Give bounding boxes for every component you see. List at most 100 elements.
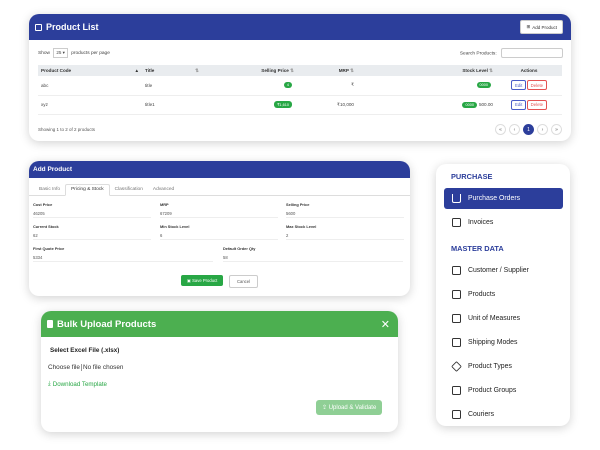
sidebar-item-label: Purchase Orders [468,195,521,202]
cancel-button[interactable]: Cancel [229,275,259,288]
product-list-title-text: Product List [46,22,99,32]
search-input[interactable] [501,48,563,58]
selling-price-input[interactable]: 5600 [286,210,404,218]
show-prefix: Show [38,51,50,56]
page-1-button[interactable]: 1 [523,124,534,135]
mrp-label: MRP [160,202,169,207]
product-list-title: Product List [35,22,99,32]
first-quote-label: First Quote Price [33,246,65,251]
bulk-upload-title-text: Bulk Upload Products [57,318,157,330]
sidebar: PURCHASE Purchase Orders Invoices MASTER… [436,164,570,426]
download-template-label: Download Template [52,380,107,388]
max-stock-input[interactable]: 2 [286,232,404,240]
sidebar-item-label: Unit of Measures [468,315,521,322]
sidebar-item-label: Products [468,291,496,298]
bulk-upload-header: Bulk Upload Products ✕ [41,311,398,337]
delete-button[interactable]: Delete [527,99,547,110]
col-stock-level[interactable]: Stock Level ⇅ [357,65,496,76]
upload-validate-button[interactable]: ⇪ Upload & Validate [316,400,383,415]
tab-classification[interactable]: Classification [110,185,148,195]
mrp-field: MRP 67209 [160,202,278,218]
add-product-label: Add Product [532,24,557,30]
cell-price: 4 [202,76,297,96]
pagination: « ‹ 1 › » [495,124,562,135]
sidebar-item-product-groups[interactable]: Product Groups [444,380,563,401]
close-icon[interactable]: ✕ [381,318,390,331]
sidebar-item-shipping-modes[interactable]: Shipping Modes [444,332,563,353]
delete-button[interactable]: Delete [527,80,547,91]
search-control: Search Products: [460,48,563,58]
first-quote-input[interactable]: 5334 [33,254,213,262]
col-mrp[interactable]: MRP ⇅ [297,65,357,76]
max-stock-label: Max Stock Level [286,224,317,229]
cell-code: abc [38,76,142,96]
tab-basic-info[interactable]: Basic Info [34,185,65,195]
download-template-link[interactable]: ⤓ Download Template [48,380,107,388]
cart-icon [452,194,461,203]
product-list-card: Product List ⊞ Add Product Show 25 ▾ pro… [29,14,571,141]
file-input[interactable]: Choose file No file chosen [48,364,123,371]
sidebar-item-product-types[interactable]: Product Types [444,356,563,377]
product-list-footer: Showing 1 to 2 of 2 products « ‹ 1 › » [38,124,562,135]
default-order-qty-input[interactable]: 58 [223,254,403,262]
min-stock-label: Min Stock Level [160,224,190,229]
tab-advanced[interactable]: Advanced [148,185,179,195]
sidebar-item-label: Customer / Supplier [468,267,529,274]
table-header-row: Product Code ▲ Title ⇅ Selling Price ⇅ MRP… [38,65,562,76]
plus-icon: ⊞ [526,24,531,29]
sidebar-item-couriers[interactable]: Couriers [444,404,563,425]
last-page-button[interactable]: » [551,124,562,135]
cell-mrp: ₹10,000 [297,95,357,115]
choose-file-button[interactable]: Choose file [48,364,80,371]
mrp-input[interactable]: 67209 [160,210,278,218]
current-stock-input[interactable]: 62 [33,232,151,240]
product-list-header: Product List ⊞ Add Product [29,14,571,40]
table-row: abc title 4 ₹ 0000 Edit Delete [38,76,562,96]
stock-badge: 0000 [476,82,491,89]
edit-button[interactable]: Edit [511,99,526,110]
cell-mrp: ₹ [297,76,357,96]
selling-price-field: Selling Price 5600 [286,202,404,218]
plus-box-icon [452,290,461,299]
add-product-card: Add Product Basic Info Pricing & Stock C… [29,161,410,296]
sidebar-item-label: Shipping Modes [468,339,518,346]
stock-badge: 0000 [462,101,477,108]
cost-price-label: Cost Price [33,202,53,207]
add-product-title: Add Product [29,161,410,178]
edit-button[interactable]: Edit [511,80,526,91]
cell-code: xyz [38,95,142,115]
sidebar-item-label: Couriers [468,411,495,418]
next-page-button[interactable]: › [537,124,548,135]
upload-validate-label: Upload & Validate [328,405,377,411]
sidebar-item-label: Product Groups [468,387,517,394]
sidebar-item-purchase-orders[interactable]: Purchase Orders [444,188,563,209]
file-icon [47,320,53,328]
tab-pricing-stock[interactable]: Pricing & Stock [65,184,110,196]
sidebar-item-unit-of-measures[interactable]: Unit of Measures [444,308,563,329]
sidebar-item-products[interactable]: Products [444,284,563,305]
save-product-button[interactable]: ▣ Save Product [181,275,224,286]
prev-page-button[interactable]: ‹ [509,124,520,135]
sidebar-item-invoices[interactable]: Invoices [444,212,563,233]
col-product-code[interactable]: Product Code ▲ [38,65,142,76]
first-page-button[interactable]: « [495,124,506,135]
no-file-text: No file chosen [82,364,124,371]
sidebar-item-customer-supplier[interactable]: Customer / Supplier [444,260,563,281]
cost-price-input[interactable]: 46205 [33,210,151,218]
show-suffix: products per page [71,51,110,56]
price-badge: 4 [283,82,292,89]
col-title[interactable]: Title ⇅ [142,65,202,76]
cube-icon [451,361,462,372]
col-selling-price[interactable]: Selling Price ⇅ [202,65,297,76]
truck-icon [452,338,461,347]
section-master-data: MASTER DATA [451,244,504,253]
page-size-select[interactable]: 25 ▾ [53,48,68,58]
file-select-label: Select Excel File (.xlsx) [50,347,120,354]
product-list-controls: Show 25 ▾ products per page Search Produ… [29,40,571,58]
cell-actions: Edit Delete [496,76,562,96]
min-stock-input[interactable]: 6 [160,232,278,240]
min-stock-field: Min Stock Level 6 [160,224,278,240]
add-product-button[interactable]: ⊞ Add Product [520,20,563,34]
bulk-upload-title: Bulk Upload Products [47,319,156,330]
current-stock-field: Current Stock 62 [33,224,151,240]
